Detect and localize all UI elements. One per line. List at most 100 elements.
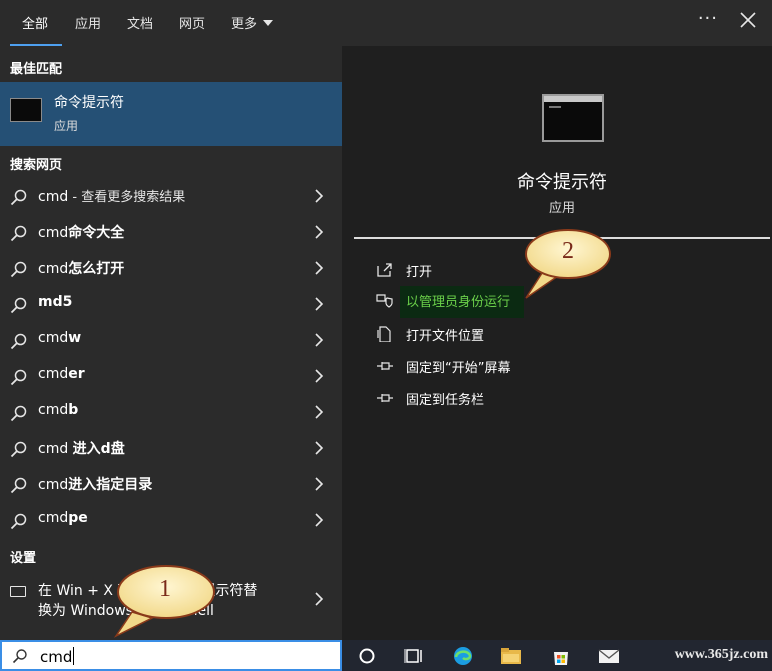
open-icon (377, 263, 392, 277)
query-text: cmd (38, 402, 69, 418)
command-prompt-large-icon (542, 94, 604, 142)
action-open-file-location-label: 打开文件位置 (406, 329, 485, 344)
detail-pane: 命令提示符 应用 打开 以管理员身份运行 打开文件位置 固定到“开始”屏幕 固定… (342, 46, 772, 640)
web-search-item[interactable]: cmd命令大全 (0, 214, 342, 250)
callout-2: 2 (522, 228, 614, 300)
mail-icon[interactable] (598, 646, 620, 666)
chevron-right-icon[interactable] (314, 368, 324, 384)
callout-1: 1 (110, 562, 220, 640)
chevron-right-icon[interactable] (314, 591, 324, 607)
shield-icon (376, 294, 393, 308)
query-text: cmd (38, 225, 69, 241)
chevron-right-icon[interactable] (314, 224, 324, 240)
suggestion-text: 命令大全 (68, 225, 125, 241)
settings-heading: 设置 (10, 551, 37, 566)
search-icon (10, 189, 27, 206)
taskbar: www.365jz.com (342, 640, 772, 671)
detail-title: 命令提示符 (517, 172, 607, 193)
file-explorer-icon[interactable] (500, 646, 522, 666)
hint-text: - 查看更多搜索结果 (68, 190, 186, 205)
search-icon (10, 513, 27, 530)
tab-all[interactable]: 全部 (22, 13, 48, 32)
suggestion-text: 进入指定目录 (68, 477, 153, 493)
cortana-icon[interactable] (356, 646, 378, 666)
web-search-item-label: cmdw (38, 330, 81, 346)
chevron-right-icon[interactable] (314, 260, 324, 276)
best-match-item[interactable]: 命令提示符 应用 (0, 82, 342, 146)
results-pane: 最佳匹配 命令提示符 应用 搜索网页 cmd - 查看更多搜索结果 cmd命令大全… (0, 46, 342, 640)
tab-apps[interactable]: 应用 (75, 13, 101, 32)
search-box[interactable]: cmd (0, 640, 342, 671)
query-text: cmd (38, 366, 69, 382)
query-text: cmd (38, 477, 69, 493)
best-match-title: 命令提示符 (54, 95, 124, 111)
text-caret (73, 647, 75, 665)
web-search-item[interactable]: cmder (0, 358, 342, 394)
pin-icon (377, 394, 393, 402)
chevron-right-icon[interactable] (314, 512, 324, 528)
search-icon (10, 297, 27, 314)
store-icon[interactable] (550, 646, 572, 666)
web-search-item[interactable]: cmdb (0, 394, 342, 430)
detail-subtitle: 应用 (548, 201, 575, 216)
chevron-right-icon[interactable] (314, 188, 324, 204)
web-search-item[interactable]: cmdpe (0, 502, 342, 538)
web-search-item-label: cmd - 查看更多搜索结果 (38, 186, 185, 205)
callout-1-number: 1 (159, 576, 171, 602)
suggestion-text: 怎么打开 (68, 261, 125, 277)
chevron-right-icon[interactable] (314, 296, 324, 312)
action-pin-to-taskbar-label: 固定到任务栏 (406, 393, 485, 408)
web-search-item-label: cmd怎么打开 (38, 258, 124, 278)
web-search-heading: 搜索网页 (10, 158, 63, 173)
web-search-item-label: cmd命令大全 (38, 222, 124, 242)
web-search-item[interactable]: cmd进入指定目录 (0, 466, 342, 502)
query-text: cmd (38, 510, 69, 526)
suggestion-text: 进入d盘 (72, 441, 125, 457)
suggestion-text: md5 (38, 294, 73, 310)
action-pin-to-start-label: 固定到“开始”屏幕 (406, 361, 511, 376)
edge-browser-icon[interactable] (452, 646, 474, 666)
top-bar: 全部 应用 文档 网页 更多 ··· (0, 0, 772, 47)
web-search-item-label: cmder (38, 366, 85, 382)
chevron-right-icon[interactable] (314, 332, 324, 348)
more-options-button[interactable]: ··· (698, 8, 718, 29)
query-text: cmd (38, 441, 73, 457)
query-text: cmd (38, 261, 69, 277)
search-input-value: cmd (40, 648, 73, 666)
search-icon (10, 333, 27, 350)
tab-documents[interactable]: 文档 (127, 13, 153, 32)
tab-web[interactable]: 网页 (179, 13, 205, 32)
search-icon (10, 225, 27, 242)
web-search-item[interactable]: md5 (0, 286, 342, 322)
web-search-item[interactable]: cmd 进入d盘 (0, 430, 342, 466)
file-location-icon (377, 326, 391, 342)
suggestion-text: b (68, 402, 79, 418)
web-search-item[interactable]: cmd怎么打开 (0, 250, 342, 286)
search-icon (10, 477, 27, 494)
query-text: cmd (38, 330, 69, 346)
watermark: www.365jz.com (674, 647, 768, 662)
tab-more-label: 更多 (231, 17, 258, 32)
web-search-item[interactable]: cmd - 查看更多搜索结果 (0, 178, 342, 214)
web-search-item-label: cmdpe (38, 510, 88, 526)
chevron-right-icon[interactable] (314, 476, 324, 492)
task-view-icon[interactable] (404, 646, 426, 666)
suggestion-text: pe (68, 510, 88, 526)
query-text: cmd (38, 189, 69, 205)
close-icon[interactable] (738, 8, 758, 32)
search-icon (10, 441, 27, 458)
web-search-item-label: md5 (38, 294, 72, 310)
chevron-right-icon[interactable] (314, 404, 324, 420)
action-open-label: 打开 (406, 265, 433, 280)
suggestion-text: w (68, 330, 82, 346)
app-detail-card: 命令提示符 应用 (354, 52, 770, 238)
best-match-heading: 最佳匹配 (10, 62, 63, 77)
tab-more[interactable]: 更多 (231, 13, 274, 32)
chevron-right-icon[interactable] (314, 440, 324, 456)
search-input[interactable]: cmd (40, 647, 75, 666)
best-match-subtitle: 应用 (54, 119, 79, 133)
web-search-item[interactable]: cmdw (0, 322, 342, 358)
callout-2-number: 2 (562, 238, 574, 264)
search-icon (10, 405, 27, 422)
action-run-as-admin-label: 以管理员身份运行 (406, 295, 511, 310)
